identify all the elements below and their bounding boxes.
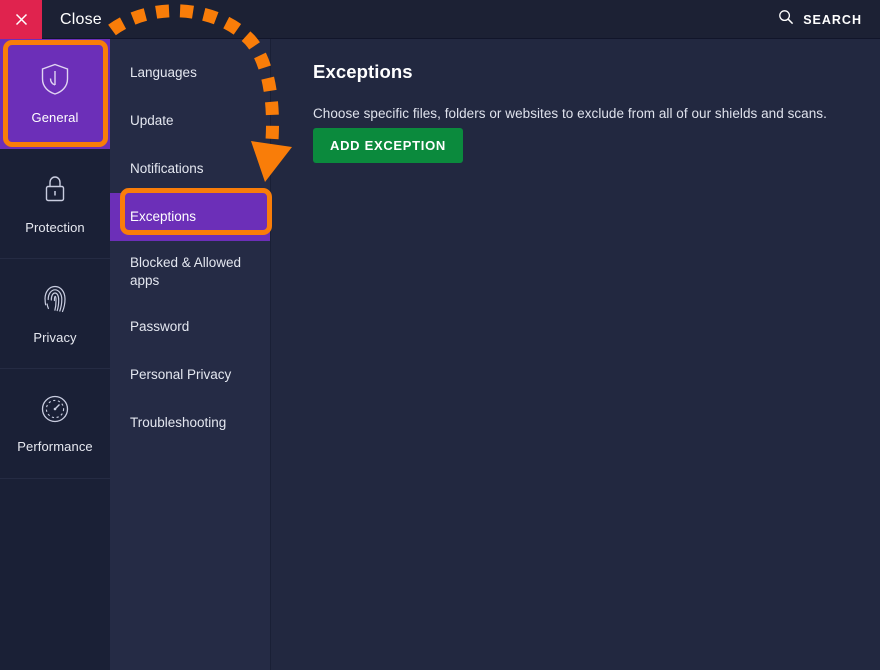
close-x-icon: [13, 11, 30, 28]
add-exception-button[interactable]: ADD EXCEPTION: [313, 128, 464, 163]
menu-label-exceptions: Exceptions: [130, 209, 197, 224]
speedometer-icon: [39, 393, 71, 430]
menu-label-password: Password: [130, 319, 190, 334]
rail-item-privacy[interactable]: Privacy: [0, 259, 110, 369]
rail-label-privacy: Privacy: [33, 330, 77, 345]
rail-item-general[interactable]: General: [0, 39, 110, 149]
page-description: Choose specific files, folders or websit…: [313, 106, 827, 121]
menu-label-notifications: Notifications: [130, 161, 204, 176]
rail-item-performance[interactable]: Performance: [0, 369, 110, 479]
menu-item-password[interactable]: Password: [110, 303, 270, 351]
rail-label-protection: Protection: [25, 220, 85, 235]
menu-label-update: Update: [130, 113, 174, 128]
magnifier-icon: [778, 9, 794, 30]
menu-label-blocked-allowed-apps: Blocked & Allowed apps: [130, 255, 242, 288]
menu-label-personal-privacy: Personal Privacy: [130, 367, 232, 382]
primary-nav-rail: General Protection Privacy Performance: [0, 39, 110, 670]
search-label: SEARCH: [803, 12, 862, 27]
rail-empty-area: [0, 479, 110, 670]
shield-icon: [39, 62, 71, 101]
rail-label-general: General: [31, 110, 79, 125]
menu-item-personal-privacy[interactable]: Personal Privacy: [110, 351, 270, 399]
menu-label-troubleshooting: Troubleshooting: [130, 415, 227, 430]
menu-item-languages[interactable]: Languages: [110, 49, 270, 97]
menu-item-notifications[interactable]: Notifications: [110, 145, 270, 193]
rail-item-protection[interactable]: Protection: [0, 149, 110, 259]
search-button[interactable]: SEARCH: [778, 0, 862, 39]
page-title: Exceptions: [313, 61, 413, 82]
menu-item-update[interactable]: Update: [110, 97, 270, 145]
close-window-button[interactable]: [0, 0, 42, 39]
lock-icon: [40, 172, 70, 211]
close-label[interactable]: Close: [60, 0, 102, 39]
app-window: Close SEARCH General Protection Privacy …: [0, 0, 880, 670]
content-pane: Exceptions Choose specific files, folder…: [271, 39, 880, 670]
settings-menu-panel: Languages Update Notifications Exception…: [110, 39, 271, 670]
rail-label-performance: Performance: [17, 439, 93, 454]
menu-label-languages: Languages: [130, 65, 197, 80]
menu-item-troubleshooting[interactable]: Troubleshooting: [110, 399, 270, 447]
menu-item-blocked-allowed-apps[interactable]: Blocked & Allowed apps: [110, 241, 270, 303]
title-bar: Close SEARCH: [0, 0, 880, 39]
fingerprint-icon: [39, 282, 71, 321]
menu-item-exceptions[interactable]: Exceptions: [110, 193, 270, 241]
